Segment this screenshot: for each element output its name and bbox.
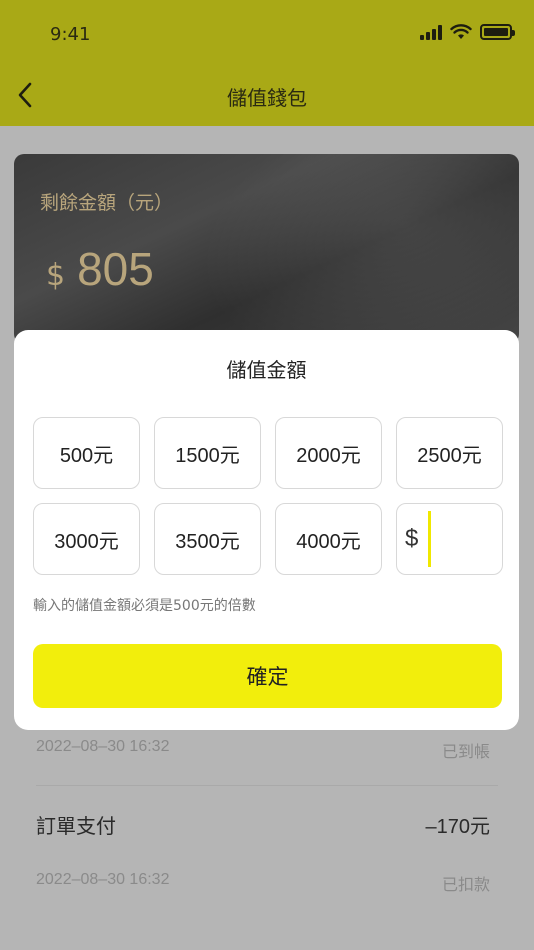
header-bar: 9:41 儲值錢包 <box>0 0 534 126</box>
amount-option-3500[interactable]: 3500元 <box>154 503 261 575</box>
text-cursor <box>428 511 432 567</box>
amount-hint: 輸入的儲值金額必須是500元的倍數 <box>33 598 256 614</box>
status-time: 9:41 <box>50 24 91 45</box>
amount-option-1500[interactable]: 1500元 <box>154 417 261 489</box>
page-title: 儲值錢包 <box>227 86 307 110</box>
signal-icon <box>420 24 442 40</box>
transaction-status: 已到帳 <box>441 742 490 761</box>
modal-title: 儲值金額 <box>226 358 307 382</box>
transaction-status: 已扣款 <box>441 875 490 894</box>
battery-icon <box>480 24 515 40</box>
topup-modal: 儲值金額 500元 1500元 2000元 2500元 3000元 3500元 … <box>14 330 519 730</box>
amount-option-4000[interactable]: 4000元 <box>275 503 382 575</box>
amount-option-2500[interactable]: 2500元 <box>396 417 503 489</box>
wifi-icon <box>450 24 472 39</box>
custom-currency-symbol: $ <box>405 525 419 552</box>
transaction-amount: –170元 <box>425 816 491 838</box>
balance-label: 剩餘金額（元） <box>40 192 174 214</box>
wallet-balance-card: 剩餘金額（元） $ 805 <box>14 154 519 344</box>
status-icons <box>420 24 515 40</box>
confirm-button[interactable]: 確定 <box>33 644 502 708</box>
amount-option-500[interactable]: 500元 <box>33 417 140 489</box>
balance-amount: 805 <box>77 243 154 295</box>
divider <box>36 785 498 786</box>
amount-option-3000[interactable]: 3000元 <box>33 503 140 575</box>
transaction-date: 2022–08–30 16:32 <box>36 871 170 888</box>
custom-amount-input[interactable]: $ <box>396 503 503 575</box>
transaction-title: 訂單支付 <box>36 814 116 838</box>
balance-value: $ 805 <box>46 242 154 296</box>
amount-option-2000[interactable]: 2000元 <box>275 417 382 489</box>
currency-symbol: $ <box>46 258 66 293</box>
transaction-date: 2022–08–30 16:32 <box>36 738 170 755</box>
status-bar: 9:41 <box>0 0 534 70</box>
amount-options: 500元 1500元 2000元 2500元 3000元 3500元 4000元… <box>33 417 503 575</box>
